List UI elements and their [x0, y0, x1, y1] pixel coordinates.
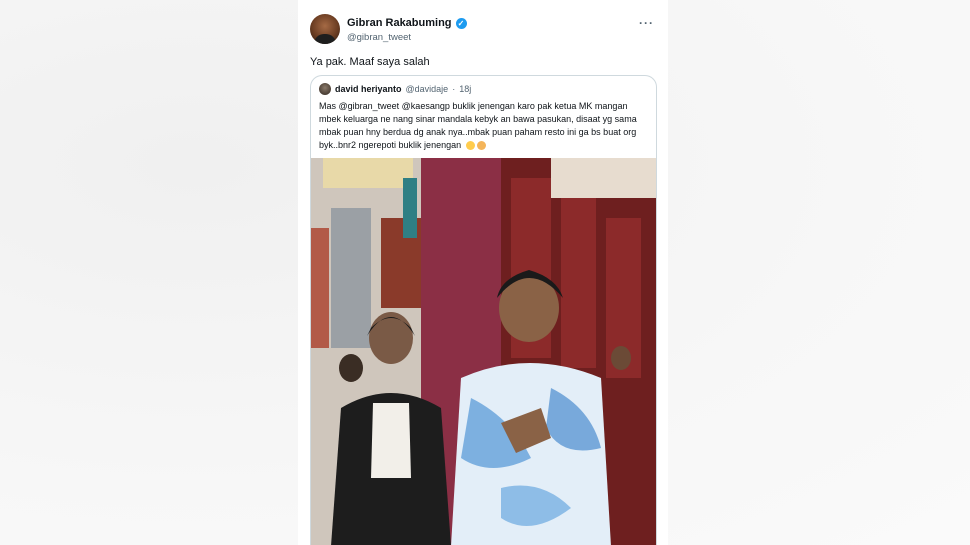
woman-head [369, 312, 413, 364]
gray-pillar [331, 208, 371, 348]
shutter-panel-2 [561, 198, 596, 368]
woman-shirt [371, 403, 411, 478]
avatar-shirt [314, 34, 336, 44]
background-person [611, 346, 631, 370]
photo-illustration [311, 158, 656, 545]
user-handle[interactable]: @gibran_tweet [347, 32, 411, 43]
quoted-display-name[interactable]: david heriyanto [335, 84, 402, 94]
ceiling-right [551, 158, 656, 198]
tweet-text: Ya pak. Maaf saya salah [310, 56, 430, 68]
name-row: Gibran Rakabuming ✓ [347, 17, 467, 29]
photo-two-people-restaurant[interactable] [311, 158, 656, 545]
separator-dot: · [452, 84, 456, 94]
quoted-tweet-header: david heriyanto @davidaje · 18j [319, 83, 471, 95]
verified-badge-icon: ✓ [455, 17, 467, 29]
display-name[interactable]: Gibran Rakabuming [347, 17, 452, 29]
more-horizontal-icon[interactable]: ··· [639, 16, 654, 30]
quoted-tweet-text: Mas @gibran_tweet @kaesangp buklik jenen… [319, 100, 647, 152]
tweet-card[interactable]: Gibran Rakabuming ✓ @gibran_tweet ··· Ya… [298, 0, 668, 545]
avatar[interactable] [310, 14, 340, 44]
shelf-left [311, 228, 329, 348]
ceiling-light-strip [323, 158, 413, 188]
background-person-left [339, 354, 363, 382]
grinning-sweat-emoji [465, 141, 475, 151]
quoted-timestamp[interactable]: 18j [459, 84, 471, 94]
tweet-header: Gibran Rakabuming ✓ @gibran_tweet ··· [310, 14, 656, 48]
hanging-lamp [403, 178, 417, 238]
screenshot-canvas: Gibran Rakabuming ✓ @gibran_tweet ··· Ya… [0, 0, 970, 545]
hand-emoji [476, 141, 486, 151]
quoted-handle[interactable]: @davidaje [406, 84, 449, 94]
quoted-tweet[interactable]: david heriyanto @davidaje · 18j Mas @gib… [310, 75, 657, 545]
quoted-avatar[interactable] [319, 83, 331, 95]
